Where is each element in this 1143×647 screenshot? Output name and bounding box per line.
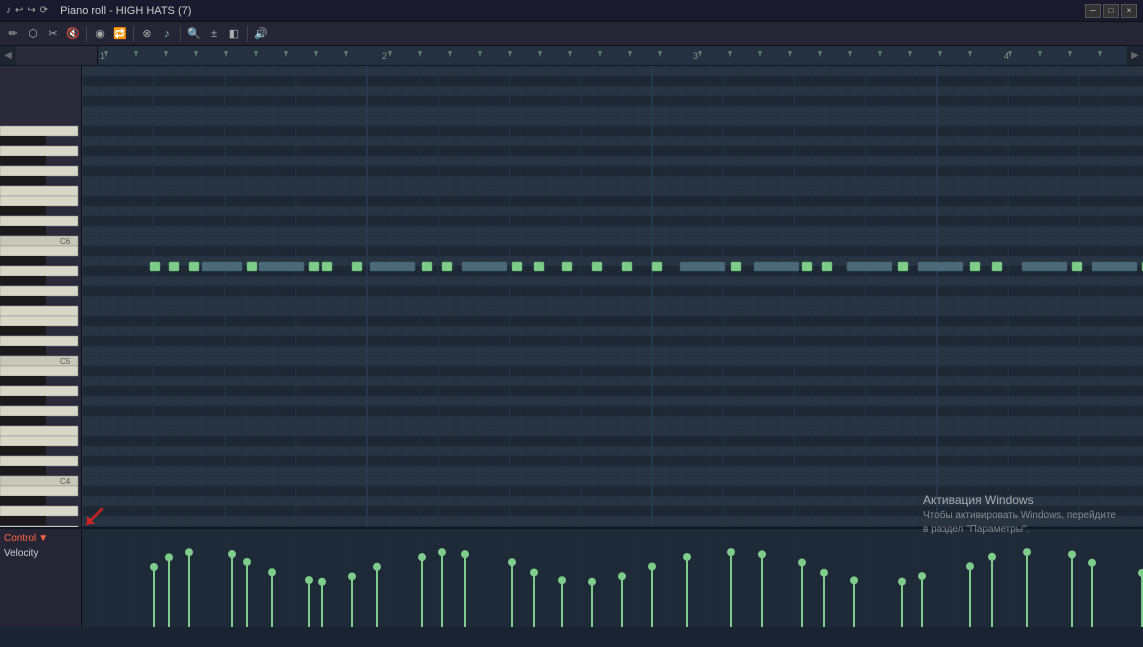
close-button[interactable]: × — [1121, 4, 1137, 18]
velocity-label-text: Velocity — [4, 548, 77, 559]
velocity-bars[interactable]: ➤ — [82, 529, 1143, 627]
record-tool[interactable]: ◉ — [91, 25, 109, 43]
svg-text:C5: C5 — [60, 357, 71, 366]
app-icon: ♪ — [6, 5, 11, 16]
loop-tool[interactable]: 🔁 — [111, 25, 129, 43]
redo-icon[interactable]: ↪ — [27, 5, 35, 16]
toolbar: ✏ ⬡ ✂ 🔇 ◉ 🔁 ⊗ ♪ 🔍 ± ◧ 🔊 — [0, 22, 1143, 46]
control-label-text: Control — [4, 533, 36, 544]
velocity-sidebar: Control ▼ Velocity — [0, 529, 82, 627]
undo-icon[interactable]: ↩ — [15, 5, 23, 16]
cut-tool[interactable]: ✂ — [44, 25, 62, 43]
titlebar: ♪ ↩ ↪ ⟳ Piano roll - HIGH HATS (7) ─ □ × — [0, 0, 1143, 22]
zoom-in-tool[interactable]: 🔍 — [185, 25, 203, 43]
loop-icon[interactable]: ⟳ — [40, 5, 48, 16]
svg-text:4: 4 — [1004, 51, 1009, 61]
mute-tool[interactable]: 🔇 — [64, 25, 82, 43]
detuned-tool[interactable]: ⊗ — [138, 25, 156, 43]
window-title: Piano roll - HIGH HATS (7) — [60, 5, 191, 17]
speaker-tool[interactable]: ♪ — [158, 25, 176, 43]
svg-text:C4: C4 — [60, 477, 71, 486]
transport-bar: ◀ 1 2 3 4 — [0, 46, 1143, 66]
toolbar-separator-2 — [133, 26, 134, 42]
control-dropdown[interactable]: Control ▼ — [4, 533, 77, 544]
velocity-area: Control ▼ Velocity ➤ — [0, 527, 1143, 627]
ruler-scroll-right[interactable]: ▶ — [1127, 46, 1143, 65]
maximize-button[interactable]: □ — [1103, 4, 1119, 18]
pencil-tool[interactable]: ✏ — [4, 25, 22, 43]
ruler-scroll-left[interactable]: ◀ — [0, 46, 16, 65]
toolbar-separator — [86, 26, 87, 42]
piano-stub-top — [16, 46, 98, 65]
window-controls: ─ □ × — [1085, 4, 1137, 18]
svg-text:1: 1 — [100, 51, 105, 61]
titlebar-left: ♪ ↩ ↪ ⟳ Piano roll - HIGH HATS (7) — [6, 5, 191, 17]
volume-tool[interactable]: 🔊 — [252, 25, 270, 43]
svg-text:3: 3 — [693, 51, 698, 61]
ruler[interactable]: 1 2 3 4 — [98, 46, 1127, 65]
svg-text:2: 2 — [382, 51, 387, 61]
control-dropdown-arrow: ▼ — [38, 533, 48, 544]
zoom-select-tool[interactable]: ± — [205, 25, 223, 43]
minimize-button[interactable]: ─ — [1085, 4, 1101, 18]
piano-keyboard: C6 — [0, 66, 82, 527]
select-tool[interactable]: ⬡ — [24, 25, 42, 43]
toolbar-separator-3 — [180, 26, 181, 42]
split-tool[interactable]: ◧ — [225, 25, 243, 43]
toolbar-separator-4 — [247, 26, 248, 42]
svg-text:C6: C6 — [60, 237, 71, 246]
note-grid-container[interactable] — [82, 66, 1143, 527]
piano-roll-area: C6 — [0, 66, 1143, 527]
main-content: ◀ 1 2 3 4 — [0, 46, 1143, 627]
